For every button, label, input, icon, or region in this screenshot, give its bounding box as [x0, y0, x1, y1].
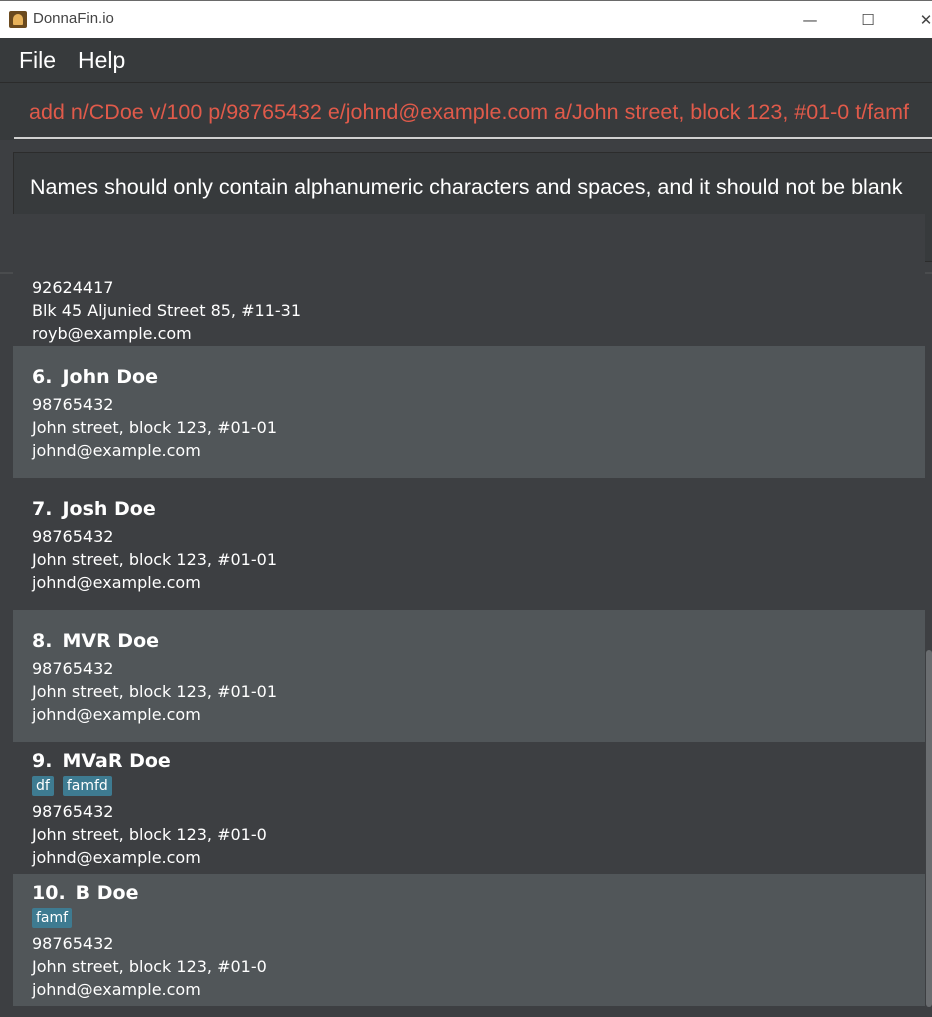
client-address: Blk 45 Aljunied Street 85, #11-31 — [32, 301, 301, 320]
client-email: johnd@example.com — [32, 705, 201, 724]
app-logo-icon — [9, 11, 27, 28]
maximize-button[interactable]: ☐ — [848, 5, 888, 35]
client-name: 8. MVR Doe — [32, 630, 159, 652]
client-index: 7. — [32, 498, 53, 520]
list-scrollbar[interactable] — [926, 650, 932, 1007]
client-name-text: MVaR Doe — [62, 750, 171, 772]
client-email: royb@example.com — [32, 324, 192, 343]
client-name: 6. John Doe — [32, 366, 158, 388]
client-phone: 92624417 — [32, 278, 114, 297]
client-name-text: Josh Doe — [62, 498, 156, 520]
tag: famf — [32, 908, 73, 928]
client-card[interactable]: 8. MVR Doe 98765432 John street, block 12… — [13, 610, 925, 742]
client-address: John street, block 123, #01-01 — [32, 682, 277, 701]
command-input-underline — [14, 137, 932, 139]
close-button[interactable]: ✕ — [906, 5, 932, 35]
tag: famfd — [62, 776, 112, 796]
client-card[interactable]: 92624417 Blk 45 Aljunied Street 85, #11-… — [13, 214, 925, 346]
client-email: johnd@example.com — [32, 848, 201, 867]
title-bar: DonnaFin.io — ☐ ✕ — [0, 0, 932, 38]
client-index: 9. — [32, 750, 53, 772]
window-title: DonnaFin.io — [33, 10, 114, 27]
client-email: johnd@example.com — [32, 573, 201, 592]
client-card[interactable]: 6. John Doe 98765432 John street, block 1… — [13, 346, 925, 478]
client-index: 10. — [32, 882, 66, 904]
tag-list: df famfd — [32, 776, 112, 796]
client-address: John street, block 123, #01-0 — [32, 825, 267, 844]
tag: df — [32, 776, 54, 796]
client-card[interactable]: 9. MVaR Doe df famfd 98765432 John street… — [13, 742, 925, 874]
result-message: Names should only contain alphanumeric c… — [30, 175, 903, 199]
client-index: 6. — [32, 366, 53, 388]
client-list[interactable]: 92624417 Blk 45 Aljunied Street 85, #11-… — [0, 214, 932, 1017]
client-name-text: John Doe — [62, 366, 158, 388]
client-name: 10. B Doe — [32, 882, 138, 904]
client-phone: 98765432 — [32, 527, 114, 546]
client-index: 8. — [32, 630, 53, 652]
client-name-text: MVR Doe — [62, 630, 160, 652]
client-name-text: B Doe — [75, 882, 139, 904]
menu-file[interactable]: File — [19, 47, 56, 74]
client-phone: 98765432 — [32, 802, 114, 821]
client-phone: 98765432 — [32, 934, 114, 953]
command-input[interactable]: add n/CDoe v/100 p/98765432 e/johnd@exam… — [29, 100, 932, 125]
tag-list: famf — [32, 908, 73, 928]
minimize-button[interactable]: — — [790, 5, 830, 35]
client-email: johnd@example.com — [32, 980, 201, 999]
command-box[interactable]: add n/CDoe v/100 p/98765432 e/johnd@exam… — [0, 82, 932, 140]
client-card[interactable]: 10. B Doe famf 98765432 John street, bloc… — [13, 874, 925, 1006]
client-phone: 98765432 — [32, 395, 114, 414]
client-phone: 98765432 — [32, 659, 114, 678]
client-name: 7. Josh Doe — [32, 498, 156, 520]
client-address: John street, block 123, #01-0 — [32, 957, 267, 976]
client-address: John street, block 123, #01-01 — [32, 418, 277, 437]
menu-help[interactable]: Help — [78, 47, 125, 74]
client-name: 9. MVaR Doe — [32, 750, 171, 772]
menu-bar: File Help — [0, 38, 932, 82]
client-email: johnd@example.com — [32, 441, 201, 460]
client-card[interactable]: 7. Josh Doe 98765432 John street, block 1… — [13, 478, 925, 610]
client-address: John street, block 123, #01-01 — [32, 550, 277, 569]
